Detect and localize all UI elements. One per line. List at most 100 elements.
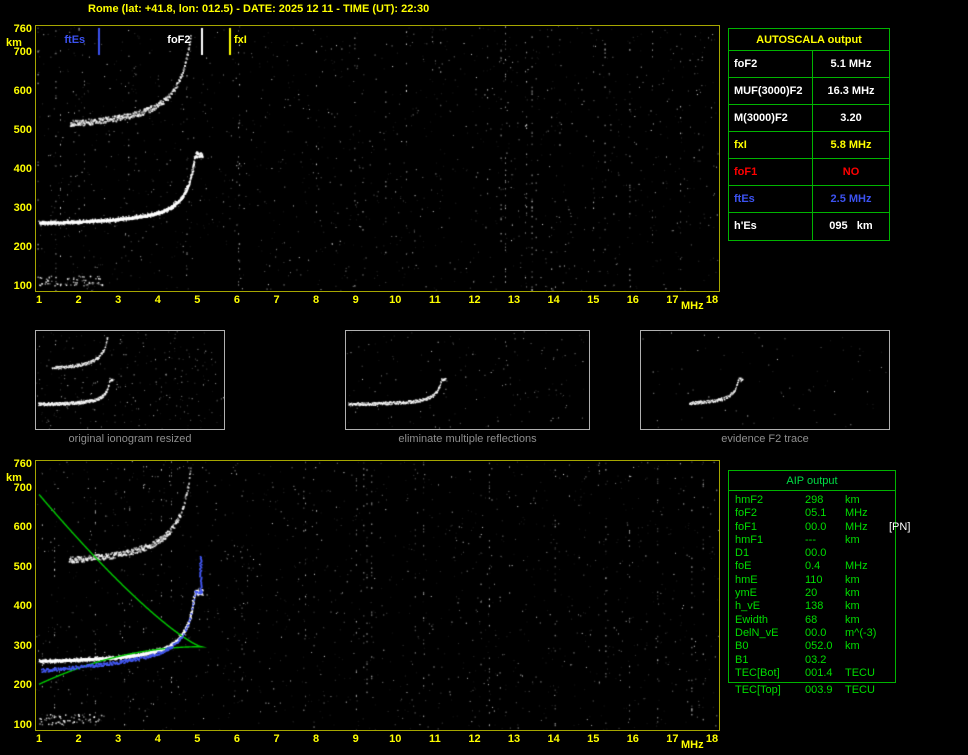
aip-row-extra xyxy=(889,574,895,587)
autoscala-row-fxI: fxI 5.8 MHz xyxy=(729,132,889,159)
x-tick-label: 1 xyxy=(35,733,43,745)
x-tick-label: 4 xyxy=(154,294,161,306)
x-tick-label: 3 xyxy=(115,733,122,745)
aip-row-foE: foE 0.4 MHz xyxy=(735,560,895,573)
aip-row-name: TEC[Bot] xyxy=(735,666,780,679)
thumbnail-canvas-evidence-f2 xyxy=(641,331,889,429)
x-tick-label: 7 xyxy=(273,294,280,306)
x-tick-label: 2 xyxy=(75,294,82,306)
autoscala-row-value: 3.20 xyxy=(840,112,862,124)
x-tick-label: 10 xyxy=(389,733,402,745)
x-tick-label: 16 xyxy=(626,294,639,306)
y-tick-label: 100 xyxy=(13,280,32,292)
aip-row-value: 03.2 xyxy=(805,653,827,666)
x-tick-label: 12 xyxy=(468,294,481,306)
aip-row-extra xyxy=(889,654,895,667)
aip-row-value: 110 xyxy=(805,573,823,586)
y-axis-unit-km: km xyxy=(6,37,22,49)
x-axis-unit-mhz: MHz xyxy=(681,300,704,312)
y-tick-label: 400 xyxy=(13,163,32,176)
autoscala-row-M3000F2: M(3000)F2 3.20 xyxy=(729,105,889,132)
x-tick-label: 9 xyxy=(352,733,359,745)
aip-row-name: D1 xyxy=(735,547,750,560)
aip-row-unit: MHz xyxy=(845,507,868,520)
autoscala-row-hEs: h'Es 095 km xyxy=(729,213,889,240)
aip-output-panel: AIP output hmF2 298 km foF2 05.1 MHz foF1 00.0 M… xyxy=(728,470,910,684)
x-tick-label: 8 xyxy=(313,294,320,306)
y-tick-label: 300 xyxy=(13,639,32,652)
aip-row-unit: km xyxy=(845,640,860,653)
autoscala-row-value: 095 km xyxy=(829,220,873,232)
page-title: Rome (lat: +41.8, lon: 012.5) - DATE: 20… xyxy=(88,3,430,15)
x-tick-label: 11 xyxy=(429,733,441,745)
autoscala-row-label: foF1 xyxy=(729,159,813,185)
aip-row-name: foF2 xyxy=(735,507,758,520)
x-tick-label: 17 xyxy=(666,733,679,745)
aip-row-value: 052.0 xyxy=(805,640,833,653)
x-tick-label: 16 xyxy=(626,733,639,745)
y-tick-label: 760 xyxy=(13,23,32,35)
aip-row-foF1: foF1 00.0 MHz [PN] xyxy=(735,520,910,534)
aip-row-name: B0 xyxy=(735,640,749,653)
aip-row-unit: km xyxy=(845,533,860,546)
aip-tec-top-row-container: TEC[Top] 003.9 TECU xyxy=(728,684,896,697)
aip-row-name: DelN_vE xyxy=(735,626,779,639)
x-tick-label: 2 xyxy=(75,733,82,745)
aip-rows: hmF2 298 km foF2 05.1 MHz foF1 00.0 MHz [PN] hmF1 -… xyxy=(729,491,910,682)
aip-row-foF2: foF2 05.1 MHz xyxy=(735,507,895,520)
x-tick-label: 9 xyxy=(352,294,359,306)
autoscala-panel-title: AUTOSCALA output xyxy=(729,29,889,51)
aip-row-unit: km xyxy=(845,494,860,506)
x-tick-label: 6 xyxy=(233,733,240,745)
autoscala-row-label: M(3000)F2 xyxy=(729,105,813,131)
autoscala-row-label: ftEs xyxy=(729,186,813,212)
thumbnail-caption-evidence-f2: evidence F2 trace xyxy=(721,433,809,445)
aip-row-value: 05.1 xyxy=(805,507,827,520)
autoscala-row-label: MUF(3000)F2 xyxy=(729,78,813,104)
aip-row-D1: D1 00.0 xyxy=(735,547,895,560)
aip-row-value: 20 xyxy=(805,587,818,600)
aip-row-value: --- xyxy=(805,533,816,546)
autoscala-row-value: NO xyxy=(842,166,860,178)
x-tick-label: 18 xyxy=(705,733,719,745)
y-tick-label: 500 xyxy=(13,560,32,573)
aip-row-value: 00.0 xyxy=(805,547,827,560)
aip-row-extra xyxy=(889,667,895,680)
x-tick-label: 11 xyxy=(429,294,441,306)
foF2-marker-label: foF2 xyxy=(167,34,191,46)
x-tick-label: 14 xyxy=(547,733,560,745)
fxI-marker-label: fxI xyxy=(234,34,247,46)
thumbnail-caption-original: original ionogram resized xyxy=(68,433,192,445)
aip-row-extra xyxy=(889,627,895,640)
thumbnail-original-ionogram xyxy=(35,330,225,430)
x-axis-unit-mhz: MHz xyxy=(681,739,704,751)
aip-row-unit: MHz xyxy=(845,520,868,533)
aip-row-value: 00.0 xyxy=(805,520,827,533)
aip-row-unit: MHz xyxy=(845,560,868,573)
ftEs-marker-label: ftEs xyxy=(64,34,86,46)
aip-row-extra xyxy=(889,534,895,547)
y-tick-label: 300 xyxy=(13,202,32,215)
aip-row-extra xyxy=(889,587,895,600)
autoscala-row-foF1: foF1 NO xyxy=(729,159,889,186)
thumbnail-eliminate-reflections xyxy=(345,330,590,430)
aip-row-extra xyxy=(889,560,895,573)
aip-row-extra xyxy=(889,614,895,627)
aip-row-unit: km xyxy=(845,573,860,586)
aip-panel-title: AIP output xyxy=(729,471,895,491)
aip-row-extra xyxy=(889,507,895,520)
x-tick-label: 15 xyxy=(587,733,600,745)
autoscala-rows: foF2 5.1 MHz MUF(3000)F2 16.3 MHz M(3000)F2 3… xyxy=(729,51,889,240)
x-tick-label: 5 xyxy=(194,294,201,306)
aip-row-hmE: hmE 110 km xyxy=(735,574,895,587)
autoscala-output-panel: AUTOSCALA output foF2 5.1 MHz MUF(3000)F2 1… xyxy=(728,28,890,241)
x-tick-label: 13 xyxy=(507,294,521,306)
x-tick-label: 4 xyxy=(154,733,161,745)
aip-row-extra xyxy=(889,640,895,653)
x-tick-label: 14 xyxy=(547,294,560,306)
y-tick-label: 200 xyxy=(13,241,32,254)
aip-row-name: h_vE xyxy=(735,600,761,613)
autoscala-row-value: 5.1 MHz xyxy=(830,58,872,70)
aip-row-ymE: ymE 20 km xyxy=(735,587,895,600)
aip-tec-top-row: TEC[Top] 003.9 TECU xyxy=(735,684,896,697)
